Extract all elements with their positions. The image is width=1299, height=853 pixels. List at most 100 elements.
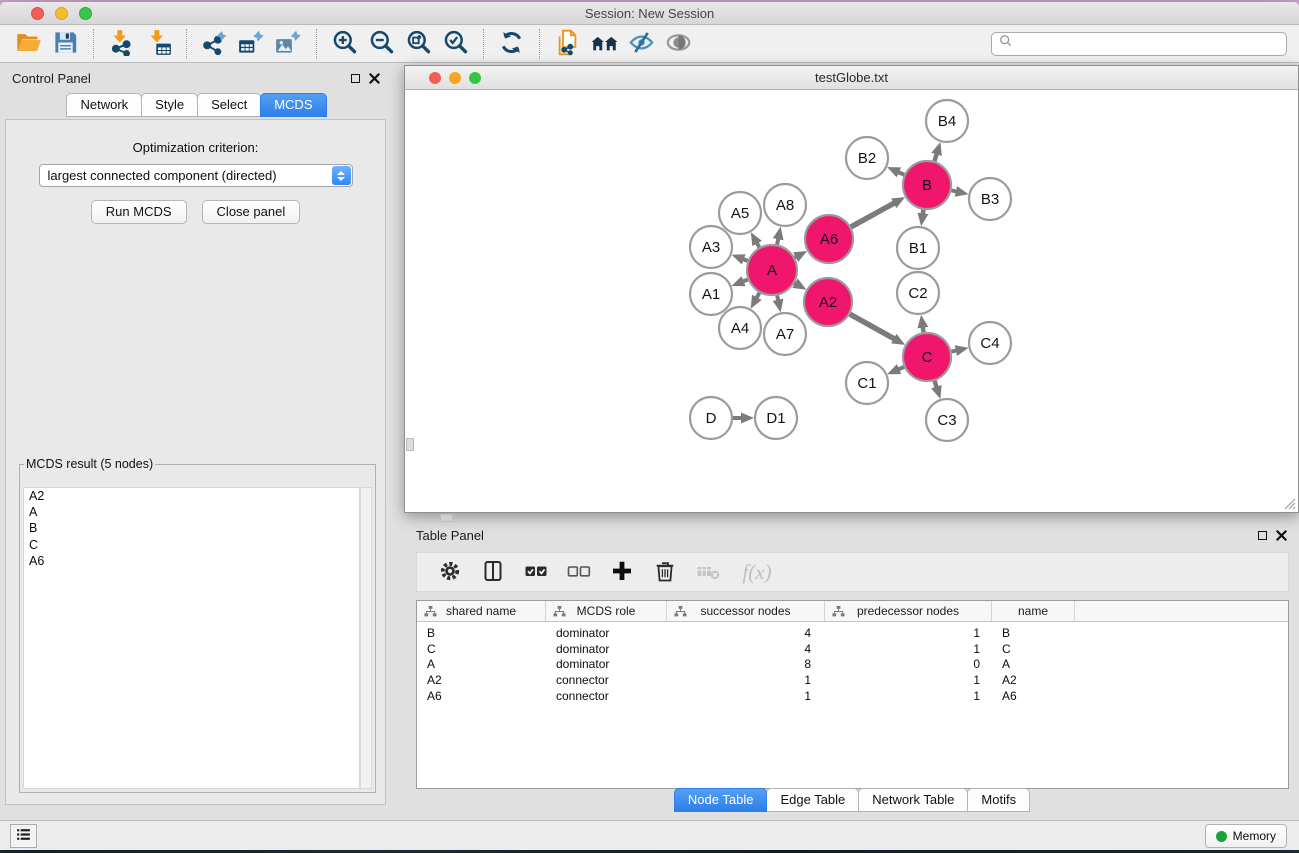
zoom-fit-button[interactable] bbox=[400, 28, 437, 60]
deselect-all-rows-button[interactable] bbox=[562, 556, 596, 588]
export-table-button[interactable] bbox=[233, 28, 270, 60]
column-header-name[interactable]: name bbox=[992, 601, 1075, 621]
node-B1[interactable]: B1 bbox=[897, 227, 939, 269]
show-columns-button[interactable] bbox=[476, 556, 510, 588]
table-row[interactable]: Bdominator41B bbox=[417, 625, 1288, 641]
network-canvas[interactable]: B4 B2 B B3 A8A5 A6 A3 B1 A C2 A1 A2 A4A7 C4 C C1 D D1 C3 bbox=[405, 90, 1298, 512]
export-network-button[interactable] bbox=[196, 28, 233, 60]
close-panel-button[interactable]: Close panel bbox=[202, 200, 301, 224]
edge-A-A4[interactable] bbox=[756, 293, 759, 298]
table-settings-button[interactable] bbox=[433, 556, 467, 588]
close-panel-icon[interactable] bbox=[369, 73, 380, 84]
edge-C-C3[interactable] bbox=[935, 381, 937, 388]
node-A8[interactable]: A8 bbox=[764, 184, 806, 226]
result-list-item[interactable]: B bbox=[24, 520, 359, 536]
node-A3[interactable]: A3 bbox=[690, 226, 732, 268]
edge-C-C1[interactable] bbox=[898, 367, 904, 370]
node-B4[interactable]: B4 bbox=[926, 100, 968, 142]
node-B2[interactable]: B2 bbox=[846, 137, 888, 179]
run-mcds-button[interactable]: Run MCDS bbox=[91, 200, 187, 224]
show-all-button[interactable] bbox=[660, 28, 697, 60]
zoom-selected-button[interactable] bbox=[437, 28, 474, 60]
tab-mcds[interactable]: MCDS bbox=[260, 93, 326, 117]
table-row[interactable]: Adominator80A bbox=[417, 656, 1288, 672]
tab-network[interactable]: Network bbox=[66, 93, 142, 117]
node-D1[interactable]: D1 bbox=[755, 397, 797, 439]
result-scrollbar[interactable] bbox=[360, 487, 372, 789]
result-list-item[interactable]: A6 bbox=[24, 553, 359, 569]
tab-style[interactable]: Style bbox=[141, 93, 198, 117]
table-row[interactable]: A2connector11A2 bbox=[417, 672, 1288, 688]
column-header-predecessor-nodes[interactable]: predecessor nodes bbox=[825, 601, 992, 621]
tab-network-table[interactable]: Network Table bbox=[858, 788, 968, 812]
hide-selected-button[interactable] bbox=[623, 28, 660, 60]
criterion-dropdown[interactable]: largest connected component (directed) bbox=[39, 164, 353, 187]
zoom-in-button[interactable] bbox=[326, 28, 363, 60]
node-B3[interactable]: B3 bbox=[969, 178, 1011, 220]
tab-motifs[interactable]: Motifs bbox=[967, 788, 1030, 812]
table-row[interactable]: Cdominator41C bbox=[417, 641, 1288, 657]
result-list-item[interactable]: A bbox=[24, 504, 359, 520]
node-A5[interactable]: A5 bbox=[719, 192, 761, 234]
node-B[interactable]: B bbox=[903, 161, 951, 209]
node-A7[interactable]: A7 bbox=[764, 313, 806, 355]
search-box[interactable] bbox=[991, 32, 1287, 56]
result-list-item[interactable]: C bbox=[24, 537, 359, 553]
edge-A-A6[interactable] bbox=[795, 257, 797, 258]
new-network-from-selection-button[interactable] bbox=[549, 28, 586, 60]
table-row[interactable]: A6connector11A6 bbox=[417, 688, 1288, 704]
node-A1[interactable]: A1 bbox=[690, 273, 732, 315]
result-list-item[interactable]: A2 bbox=[24, 488, 359, 504]
edge-A-A7[interactable] bbox=[777, 295, 778, 300]
column-header-shared-name[interactable]: shared name bbox=[417, 601, 546, 621]
zoom-out-button[interactable] bbox=[363, 28, 400, 60]
tab-select[interactable]: Select bbox=[197, 93, 261, 117]
float-panel-icon[interactable] bbox=[351, 74, 360, 83]
import-table-button[interactable] bbox=[140, 28, 177, 60]
node-C[interactable]: C bbox=[903, 333, 951, 381]
add-column-button[interactable] bbox=[605, 556, 639, 588]
node-D[interactable]: D bbox=[690, 397, 732, 439]
mcds-result-list[interactable]: A2ABCA6 bbox=[23, 487, 360, 789]
edge-C-C4[interactable] bbox=[951, 350, 956, 351]
node-A6[interactable]: A6 bbox=[805, 215, 853, 263]
birds-eye-handle[interactable] bbox=[406, 438, 414, 451]
edge-B-B3[interactable] bbox=[951, 190, 956, 191]
window-resize-grip[interactable] bbox=[1282, 496, 1296, 510]
memory-button[interactable]: Memory bbox=[1205, 824, 1287, 848]
column-header-successor-nodes[interactable]: successor nodes bbox=[667, 601, 825, 621]
tab-node-table[interactable]: Node Table bbox=[674, 788, 768, 812]
import-network-button[interactable] bbox=[103, 28, 140, 60]
edge-A6-B[interactable] bbox=[851, 203, 895, 227]
float-table-panel-icon[interactable] bbox=[1258, 531, 1267, 540]
refresh-layout-button[interactable] bbox=[493, 28, 530, 60]
first-neighbors-button[interactable] bbox=[586, 28, 623, 60]
export-image-button[interactable] bbox=[270, 28, 307, 60]
delete-column-button[interactable] bbox=[648, 556, 682, 588]
task-history-button[interactable] bbox=[10, 824, 37, 848]
search-input[interactable] bbox=[1018, 37, 1279, 51]
open-session-button[interactable] bbox=[10, 28, 47, 60]
splitter-handle[interactable] bbox=[440, 514, 453, 522]
save-session-button[interactable] bbox=[47, 28, 84, 60]
edge-A2-C[interactable] bbox=[850, 314, 895, 339]
node-table[interactable]: shared nameMCDS rolesuccessor nodesprede… bbox=[416, 600, 1289, 789]
edge-A-A2[interactable] bbox=[795, 283, 796, 284]
edge-C-C2[interactable] bbox=[923, 327, 924, 333]
node-C2[interactable]: C2 bbox=[897, 272, 939, 314]
node-A2[interactable]: A2 bbox=[804, 278, 852, 326]
node-C3[interactable]: C3 bbox=[926, 399, 968, 441]
column-header-MCDS-role[interactable]: MCDS role bbox=[546, 601, 667, 621]
edge-A-A8[interactable] bbox=[777, 238, 778, 244]
node-C4[interactable]: C4 bbox=[969, 322, 1011, 364]
edge-B-B4[interactable] bbox=[934, 153, 936, 161]
edge-B-B2[interactable] bbox=[898, 172, 904, 175]
edge-A-A1[interactable] bbox=[743, 280, 748, 282]
node-C1[interactable]: C1 bbox=[846, 362, 888, 404]
node-A[interactable]: A bbox=[747, 245, 797, 295]
edge-B-B1[interactable] bbox=[923, 210, 924, 215]
edge-A-A3[interactable] bbox=[743, 259, 748, 261]
close-table-panel-icon[interactable] bbox=[1276, 530, 1287, 541]
node-A4[interactable]: A4 bbox=[719, 307, 761, 349]
select-all-rows-button[interactable] bbox=[519, 556, 553, 588]
